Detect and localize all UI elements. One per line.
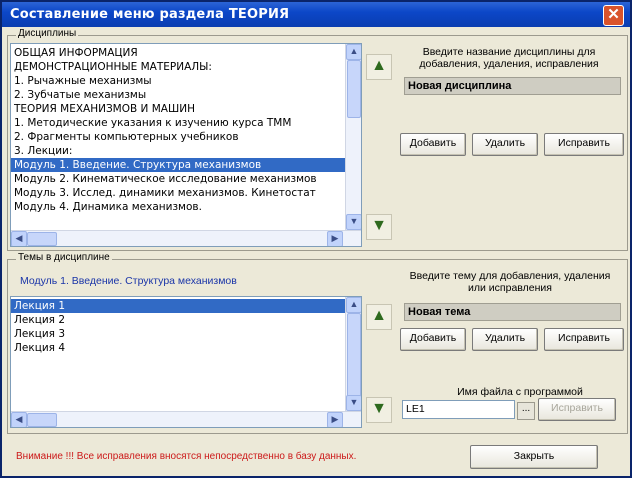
list-item[interactable]: ТЕОРИЯ МЕХАНИЗМОВ И МАШИН	[11, 102, 345, 116]
current-discipline-label: Модуль 1. Введение. Структура механизмов	[20, 275, 237, 287]
topics-items: Лекция 1 Лекция 2 Лекция 3 Лекция 4	[11, 299, 345, 355]
title-bar[interactable]: Составление меню раздела ТЕОРИЯ ✕	[2, 2, 630, 27]
topic-name-field[interactable]: Новая тема	[404, 303, 621, 321]
arrow-down-icon: ▼	[371, 400, 387, 417]
scroll-left-icon[interactable]: ◀	[11, 231, 27, 246]
scroll-right-icon[interactable]: ▶	[327, 412, 343, 427]
scroll-down-icon[interactable]: ▼	[346, 214, 361, 230]
list-item[interactable]: Модуль 1. Введение. Структура механизмов	[11, 158, 345, 172]
list-item[interactable]: Модуль 4. Динамика механизмов.	[11, 200, 345, 214]
discipline-add-button[interactable]: Добавить	[400, 133, 466, 156]
browse-button[interactable]: ...	[517, 402, 535, 420]
topic-add-button[interactable]: Добавить	[400, 328, 466, 351]
dialog-window: Составление меню раздела ТЕОРИЯ ✕ Дисцип…	[0, 0, 632, 478]
topic-prompt: Введите тему для добавления, удаления ил…	[409, 270, 611, 294]
topics-group-label: Темы в дисциплине	[16, 252, 112, 263]
close-icon[interactable]: ✕	[603, 5, 624, 26]
disciplines-hscroll[interactable]: ◀ ▶	[11, 230, 361, 246]
topics-vscroll[interactable]: ▲ ▼	[345, 297, 361, 411]
topics-hscroll[interactable]: ◀ ▶	[11, 411, 361, 427]
topics-list[interactable]: Лекция 1 Лекция 2 Лекция 3 Лекция 4 ▲ ▼ ◀ ▶	[10, 296, 362, 428]
disciplines-group-label: Дисциплины	[16, 28, 79, 39]
list-item[interactable]: Лекция 3	[11, 327, 345, 341]
arrow-up-icon: ▲	[371, 57, 387, 74]
disciplines-vscroll[interactable]: ▲ ▼	[345, 44, 361, 230]
scroll-left-icon[interactable]: ◀	[11, 412, 27, 427]
file-fix-button[interactable]: Исправить	[538, 398, 616, 421]
discipline-prompt: Введите название дисциплины для добавлен…	[419, 46, 599, 70]
scroll-right-icon[interactable]: ▶	[327, 231, 343, 246]
file-name-label: Имя файла с программой	[457, 386, 583, 398]
list-item[interactable]: 1. Методические указания к изучению курс…	[11, 116, 345, 130]
topic-fix-button[interactable]: Исправить	[544, 328, 624, 351]
list-item[interactable]: Лекция 1	[11, 299, 345, 313]
list-item[interactable]: 1. Рычажные механизмы	[11, 74, 345, 88]
list-item[interactable]: 3. Лекции:	[11, 144, 345, 158]
list-item[interactable]: ДЕМОНСТРАЦИОННЫЕ МАТЕРИАЛЫ:	[11, 60, 345, 74]
topics-move-down-button[interactable]: ▼	[366, 397, 392, 423]
list-item[interactable]: ОБЩАЯ ИНФОРМАЦИЯ	[11, 46, 345, 60]
scroll-up-icon[interactable]: ▲	[346, 44, 361, 60]
scroll-down-icon[interactable]: ▼	[346, 395, 361, 411]
list-item[interactable]: Лекция 2	[11, 313, 345, 327]
disciplines-move-up-button[interactable]: ▲	[366, 54, 392, 80]
discipline-name-field[interactable]: Новая дисциплина	[404, 77, 621, 95]
file-name-input[interactable]: LE1	[402, 400, 515, 419]
arrow-down-icon: ▼	[371, 217, 387, 234]
topic-delete-button[interactable]: Удалить	[472, 328, 538, 351]
discipline-fix-button[interactable]: Исправить	[544, 133, 624, 156]
list-item[interactable]: 2. Зубчатые механизмы	[11, 88, 345, 102]
topics-move-up-button[interactable]: ▲	[366, 304, 392, 330]
disciplines-move-down-button[interactable]: ▼	[366, 214, 392, 240]
hscroll-thumb[interactable]	[27, 413, 57, 427]
close-button[interactable]: Закрыть	[470, 445, 598, 469]
scroll-thumb[interactable]	[347, 60, 361, 118]
list-item[interactable]: Лекция 4	[11, 341, 345, 355]
discipline-delete-button[interactable]: Удалить	[472, 133, 538, 156]
window-title: Составление меню раздела ТЕОРИЯ	[10, 7, 290, 22]
list-item[interactable]: 2. Фрагменты компьютерных учебников	[11, 130, 345, 144]
scroll-thumb[interactable]	[347, 313, 361, 397]
list-item[interactable]: Модуль 3. Исслед. динамики механизмов. К…	[11, 186, 345, 200]
scroll-up-icon[interactable]: ▲	[346, 297, 361, 313]
hscroll-thumb[interactable]	[27, 232, 57, 246]
list-item[interactable]: Модуль 2. Кинематическое исследование ме…	[11, 172, 345, 186]
arrow-up-icon: ▲	[371, 307, 387, 324]
disciplines-items: ОБЩАЯ ИНФОРМАЦИЯ ДЕМОНСТРАЦИОННЫЕ МАТЕРИА…	[11, 46, 345, 214]
disciplines-list[interactable]: ОБЩАЯ ИНФОРМАЦИЯ ДЕМОНСТРАЦИОННЫЕ МАТЕРИА…	[10, 43, 362, 247]
warning-text: Внимание !!! Все исправления вносятся не…	[16, 451, 357, 462]
